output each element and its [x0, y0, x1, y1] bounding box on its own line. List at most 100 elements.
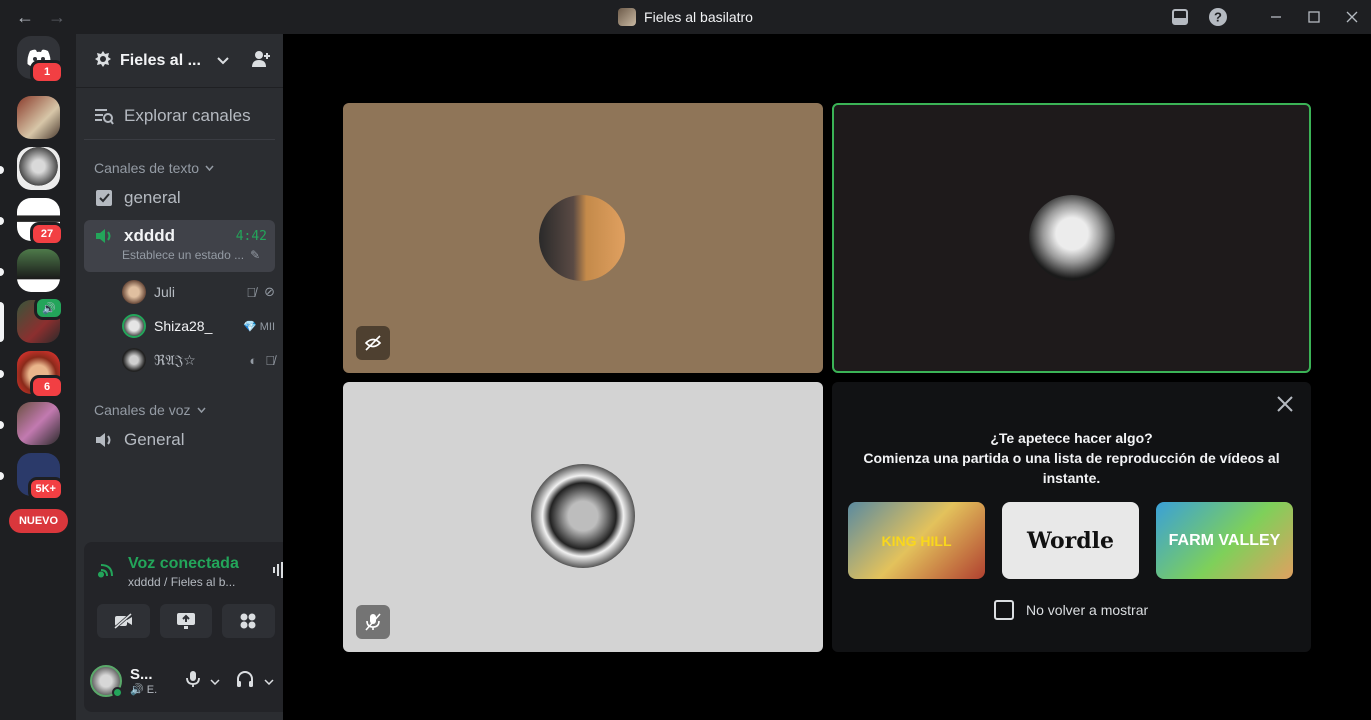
channel-sidebar: Fieles al ... Explorar canales Canales d… — [76, 34, 350, 720]
participant-tile[interactable] — [343, 103, 823, 373]
notification-badge: 27 — [30, 222, 64, 246]
server-icon — [618, 8, 637, 26]
server-folder[interactable]: 5K+ — [17, 453, 64, 501]
inbox-icon[interactable] — [1161, 0, 1199, 34]
user-tag: 💎 MII — [242, 320, 275, 333]
activities-button[interactable] — [222, 604, 275, 638]
help-icon[interactable]: ? — [1199, 0, 1237, 34]
chevron-down-icon[interactable] — [264, 672, 274, 690]
camera-off-icon: ⊘ — [264, 284, 275, 299]
server-icon-1[interactable] — [17, 96, 60, 139]
invite-people-icon[interactable] — [251, 50, 271, 72]
voice-channel-general[interactable]: General — [84, 426, 275, 454]
voice-stage: ¿Te apetece hacer algo? Comienza una par… — [283, 34, 1371, 720]
dont-show-checkbox[interactable] — [994, 600, 1014, 620]
community-icon — [94, 50, 112, 72]
mic-muted-icon: 🎙̸ — [246, 284, 257, 300]
mic-muted-icon — [356, 605, 390, 639]
voice-user[interactable]: Juli 🎙̸ ⊘ — [122, 278, 275, 306]
text-channels-category[interactable]: Canales de texto — [94, 160, 283, 176]
new-badge[interactable]: NUEVO — [9, 509, 68, 533]
speaker-icon: 🔊 — [130, 684, 144, 696]
close-window-icon[interactable] — [1333, 0, 1371, 34]
svg-text:?: ? — [1214, 10, 1222, 25]
unread-indicator — [0, 370, 4, 378]
unread-indicator — [0, 421, 4, 429]
chevron-down-icon[interactable] — [210, 672, 220, 690]
server-list: 1 27 🔊 6 5K+ NUEVO — [0, 34, 76, 720]
voice-user[interactable]: ℜ𝔄𝔍☆ ◐ 🎙̸ — [122, 346, 275, 374]
unread-indicator — [0, 166, 4, 174]
activity-card-farm-valley[interactable]: FARM VALLEY — [1156, 502, 1293, 579]
avatar — [122, 348, 146, 372]
avatar — [122, 314, 146, 338]
explore-label: Explorar canales — [124, 105, 251, 125]
participant-avatar — [539, 195, 625, 281]
chevron-down-icon — [205, 165, 214, 171]
chevron-down-icon — [196, 407, 206, 413]
status-icon: ◐ — [249, 352, 258, 368]
notification-badge: 5K+ — [27, 477, 64, 501]
rules-channel-icon — [96, 190, 112, 206]
server-name: Fieles al ... — [120, 51, 201, 69]
server-icon-5[interactable]: 🔊 — [17, 296, 64, 343]
voice-channel-xdddd[interactable]: xdddd 4:42 Establece un estado ... ✎ — [84, 220, 275, 272]
pencil-icon[interactable]: ✎ — [250, 248, 260, 262]
screen-share-button[interactable] — [159, 604, 212, 638]
username: S... — [130, 666, 153, 683]
set-status-link[interactable]: Establece un estado ... — [122, 248, 244, 262]
voice-connected-label: Voz conectada — [128, 555, 239, 572]
title-bar: ← → Fieles al basilatro ? — [0, 0, 1371, 34]
server-icon-4[interactable] — [17, 249, 60, 292]
mic-muted-icon: 🎙̸ — [265, 352, 275, 368]
online-status-dot — [112, 687, 123, 698]
selected-indicator — [0, 302, 4, 342]
microphone-icon[interactable] — [186, 670, 200, 693]
unread-indicator — [0, 472, 4, 480]
participant-tile-speaking[interactable] — [832, 103, 1311, 373]
unread-indicator — [0, 217, 4, 225]
forward-arrow-icon[interactable]: → — [48, 7, 66, 28]
activity-question: ¿Te apetece hacer algo? — [990, 430, 1153, 446]
activity-card-wordle[interactable]: Wordle — [1002, 502, 1139, 579]
notification-badge: 1 — [30, 60, 64, 84]
participant-tile[interactable] — [343, 382, 823, 652]
participant-avatar — [531, 464, 635, 568]
server-icon-6[interactable]: 6 — [17, 351, 64, 399]
speaker-icon — [96, 433, 111, 447]
maximize-icon[interactable] — [1295, 0, 1333, 34]
avatar[interactable] — [90, 665, 123, 698]
direct-messages-button[interactable]: 1 — [17, 36, 64, 84]
window-title: Fieles al basilatro — [644, 9, 753, 25]
explore-channels[interactable]: Explorar canales — [84, 100, 275, 140]
headphones-icon[interactable] — [236, 670, 254, 693]
back-arrow-icon[interactable]: ← — [16, 7, 34, 28]
speaker-icon: 🔊 — [34, 296, 64, 320]
activity-card-king-hill[interactable]: KING HILL — [848, 502, 985, 579]
chevron-down-icon[interactable] — [217, 52, 229, 69]
speaker-icon — [96, 229, 111, 243]
voice-user[interactable]: Shiza28_ 💎 MII — [122, 312, 275, 340]
signal-icon[interactable] — [98, 559, 118, 585]
browse-channels-icon — [95, 108, 114, 125]
camera-off-icon — [114, 613, 133, 629]
screen-share-icon — [176, 613, 195, 629]
close-icon[interactable] — [1277, 392, 1293, 418]
server-icon-2[interactable] — [17, 147, 60, 190]
activity-prompt: Comienza una partida o una lista de repr… — [863, 450, 1280, 486]
server-header[interactable]: Fieles al ... — [76, 34, 283, 88]
server-icon-3[interactable]: 27 — [17, 198, 64, 246]
camera-off-icon — [356, 326, 390, 360]
camera-toggle-button[interactable] — [97, 604, 150, 638]
activities-icon — [240, 613, 256, 629]
notification-badge: 6 — [30, 375, 64, 399]
participant-avatar — [1029, 195, 1115, 281]
minimize-icon[interactable] — [1257, 0, 1295, 34]
server-icon-7[interactable] — [17, 402, 60, 445]
dont-show-again[interactable]: No volver a mostrar — [994, 600, 1148, 620]
call-timer: 4:42 — [235, 228, 267, 244]
voice-channels-category[interactable]: Canales de voz — [94, 402, 283, 418]
unread-indicator — [0, 268, 4, 276]
voice-connected-channel[interactable]: xdddd / Fieles al b... — [128, 575, 252, 589]
channel-general-text[interactable]: general — [84, 184, 275, 212]
